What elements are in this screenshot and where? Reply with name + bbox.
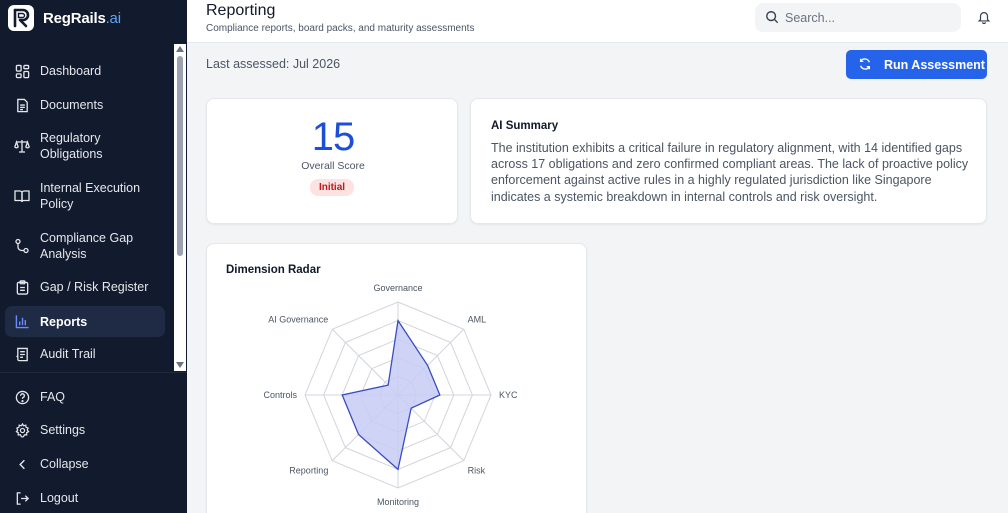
scroll-down-icon[interactable]	[176, 362, 184, 368]
sidebar-item-label: Compliance Gap Analysis	[40, 231, 134, 261]
logout-icon	[14, 490, 30, 506]
sidebar-item-dashboard[interactable]: Dashboard	[5, 57, 165, 85]
sidebar: RegRails.ai Dashboard Documents Regulato…	[0, 0, 187, 513]
radar-axis-label: Reporting	[289, 466, 328, 476]
search-box[interactable]	[755, 3, 961, 32]
dashboard-icon	[14, 63, 30, 79]
brand[interactable]: RegRails.ai	[8, 5, 121, 31]
sidebar-item-label: Regulatory Obligations	[40, 131, 103, 161]
scroll-up-icon[interactable]	[176, 46, 184, 52]
sidebar-item-gap-risk-register[interactable]: Gap / Risk Register	[5, 273, 165, 301]
maturity-badge: Initial	[310, 179, 354, 196]
bell-icon[interactable]	[977, 10, 991, 29]
overall-score-label: Overall Score	[301, 160, 365, 172]
last-assessed-text: Last assessed: Jul 2026	[206, 57, 341, 71]
sidebar-item-label: Settings	[40, 423, 86, 437]
scrollbar-thumb[interactable]	[177, 56, 183, 256]
sidebar-item-logout[interactable]: Logout	[5, 485, 165, 511]
page-subtitle: Compliance reports, board packs, and mat…	[206, 23, 475, 34]
ai-summary-title: AI Summary	[491, 120, 559, 132]
document-icon	[14, 97, 30, 113]
search-input[interactable]	[785, 8, 955, 27]
sidebar-item-label: Logout	[40, 491, 79, 505]
page-title: Reporting	[206, 2, 276, 19]
top-header: Reporting Compliance reports, board pack…	[187, 0, 1008, 43]
radar-axis-label: Governance	[373, 283, 422, 293]
sidebar-item-label: FAQ	[40, 390, 66, 404]
run-assessment-button[interactable]: Run Assessment	[846, 50, 987, 79]
overall-score-value: 15	[311, 115, 356, 159]
sidebar-item-compliance-gap-analysis[interactable]: Compliance Gap Analysis	[5, 227, 165, 265]
run-assessment-label: Run Assessment	[884, 58, 985, 72]
radar-axis-label: KYC	[499, 390, 518, 400]
receipt-icon	[14, 346, 30, 362]
sidebar-item-documents[interactable]: Documents	[5, 91, 165, 119]
sidebar-item-label: Internal Execution Policy	[40, 181, 141, 211]
sidebar-item-collapse[interactable]: Collapse	[5, 451, 165, 477]
sidebar-nav: Dashboard Documents Regulatory Obligatio…	[0, 44, 187, 371]
sidebar-item-faq[interactable]: FAQ	[5, 384, 165, 410]
help-circle-icon	[14, 389, 30, 405]
sidebar-divider	[0, 372, 187, 373]
sidebar-item-label: Collapse	[40, 457, 89, 471]
radar-axis-label: Controls	[263, 390, 297, 400]
sidebar-item-label: Dashboard	[40, 64, 102, 78]
sidebar-item-label: Documents	[40, 98, 104, 112]
sidebar-item-audit-trail[interactable]: Audit Trail	[5, 340, 165, 368]
scale-icon	[14, 138, 30, 154]
brand-name: RegRails.ai	[43, 9, 121, 27]
branch-icon	[14, 238, 30, 254]
search-icon	[765, 10, 779, 29]
radar-axis-label: Monitoring	[377, 497, 419, 507]
sidebar-item-settings[interactable]: Settings	[5, 417, 165, 443]
ai-summary-card: AI Summary The institution exhibits a cr…	[470, 98, 987, 224]
ai-summary-text: The institution exhibits a critical fail…	[491, 141, 969, 204]
sidebar-item-label: Reports	[40, 314, 88, 329]
sidebar-item-internal-execution-policy[interactable]: Internal Execution Policy	[5, 177, 165, 215]
bar-chart-icon	[14, 314, 30, 330]
radar-data-area	[341, 318, 441, 471]
refresh-icon	[858, 57, 872, 74]
clipboard-icon	[14, 279, 30, 295]
score-card: 15 Overall Score Initial	[206, 98, 458, 224]
radar-axis-label: Risk	[468, 466, 486, 476]
sidebar-item-label: Audit Trail	[40, 347, 96, 361]
dimension-radar-card: Dimension Radar Governance AML KYC Risk Moni…	[206, 243, 587, 513]
gear-icon	[14, 422, 30, 438]
radar-axis-label: AML	[468, 314, 487, 324]
book-icon	[14, 188, 30, 204]
sidebar-item-regulatory-obligations[interactable]: Regulatory Obligations	[5, 127, 165, 165]
radar-axis-label: AI Governance	[268, 314, 328, 324]
regrails-logo-icon	[8, 5, 34, 31]
radar-chart: Governance AML KYC Risk Monitoring Reporting C…	[263, 283, 518, 507]
chevron-left-icon	[14, 456, 30, 472]
sidebar-item-label: Gap / Risk Register	[40, 280, 149, 294]
sidebar-scrollbar[interactable]	[174, 44, 186, 371]
sidebar-item-reports[interactable]: Reports	[5, 306, 165, 337]
